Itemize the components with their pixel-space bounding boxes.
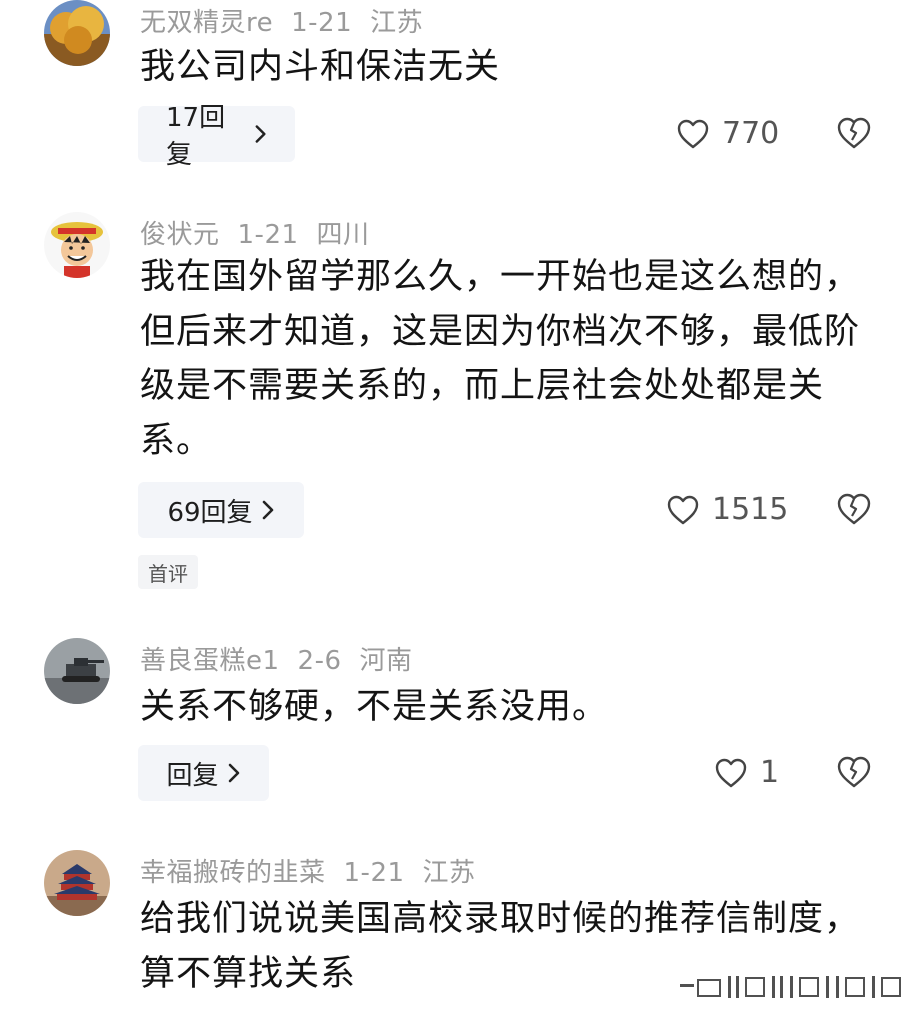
like-button[interactable]: 1515: [666, 492, 788, 527]
like-button[interactable]: 1: [714, 755, 779, 790]
like-count: 770: [722, 116, 780, 151]
comment-date: 2-6: [297, 646, 342, 676]
avatar[interactable]: [44, 850, 110, 916]
avatar[interactable]: [44, 212, 110, 278]
avatar[interactable]: [44, 638, 110, 704]
reply-button[interactable]: 17回复: [138, 103, 295, 170]
watermark: [680, 972, 910, 1002]
first-comment-badge: 首评: [138, 555, 198, 589]
comment-location: 河南: [359, 646, 413, 676]
comment-text: 关系不够硬，不是关系没用。: [140, 687, 609, 727]
like-count: 1: [760, 755, 780, 790]
comment-date: 1-21: [343, 858, 405, 888]
comment-text: 我在国外留学那么久，一开始也是这么想的，但后来才知道，这是因为你档次不够，最低阶…: [140, 257, 861, 461]
broken-heart-icon[interactable]: [836, 755, 872, 789]
like-button[interactable]: 770: [676, 116, 779, 151]
username[interactable]: 无双精灵re: [140, 8, 273, 38]
username[interactable]: 俊状元: [140, 220, 220, 250]
username[interactable]: 幸福搬砖的韭菜: [140, 858, 326, 888]
comment-meta: 善良蛋糕e1 2-6 河南: [140, 640, 431, 677]
comment-location: 四川: [316, 220, 370, 250]
comment-location: 江苏: [422, 858, 476, 888]
reply-button[interactable]: 69回复: [138, 482, 304, 538]
heart-outline-icon: [677, 119, 709, 148]
username[interactable]: 善良蛋糕e1: [140, 646, 280, 676]
reply-button[interactable]: 回复: [138, 745, 269, 801]
like-count: 1515: [712, 492, 789, 527]
avatar[interactable]: [44, 0, 110, 66]
heart-outline-icon: [667, 495, 699, 524]
reply-label: 回复: [166, 760, 219, 791]
comment-meta: 无双精灵re 1-21 江苏: [140, 2, 441, 39]
reply-label: 17回复: [166, 103, 226, 170]
comment-date: 1-21: [237, 220, 299, 250]
comment-location: 江苏: [370, 8, 424, 38]
watermark-glyphs: [680, 976, 901, 998]
broken-heart-icon[interactable]: [836, 116, 872, 150]
chevron-right-icon: [262, 500, 273, 520]
comment-date: 1-21: [291, 8, 353, 38]
reply-label: 69回复: [167, 497, 253, 528]
chevron-right-icon: [228, 763, 239, 783]
comment-meta: 俊状元 1-21 四川: [140, 214, 388, 251]
comment-meta: 幸福搬砖的韭菜 1-21 江苏: [140, 852, 494, 889]
broken-heart-icon[interactable]: [836, 492, 872, 526]
comment-text: 我公司内斗和保洁无关: [140, 47, 501, 87]
heart-outline-icon: [715, 758, 747, 787]
chevron-right-icon: [255, 125, 266, 143]
